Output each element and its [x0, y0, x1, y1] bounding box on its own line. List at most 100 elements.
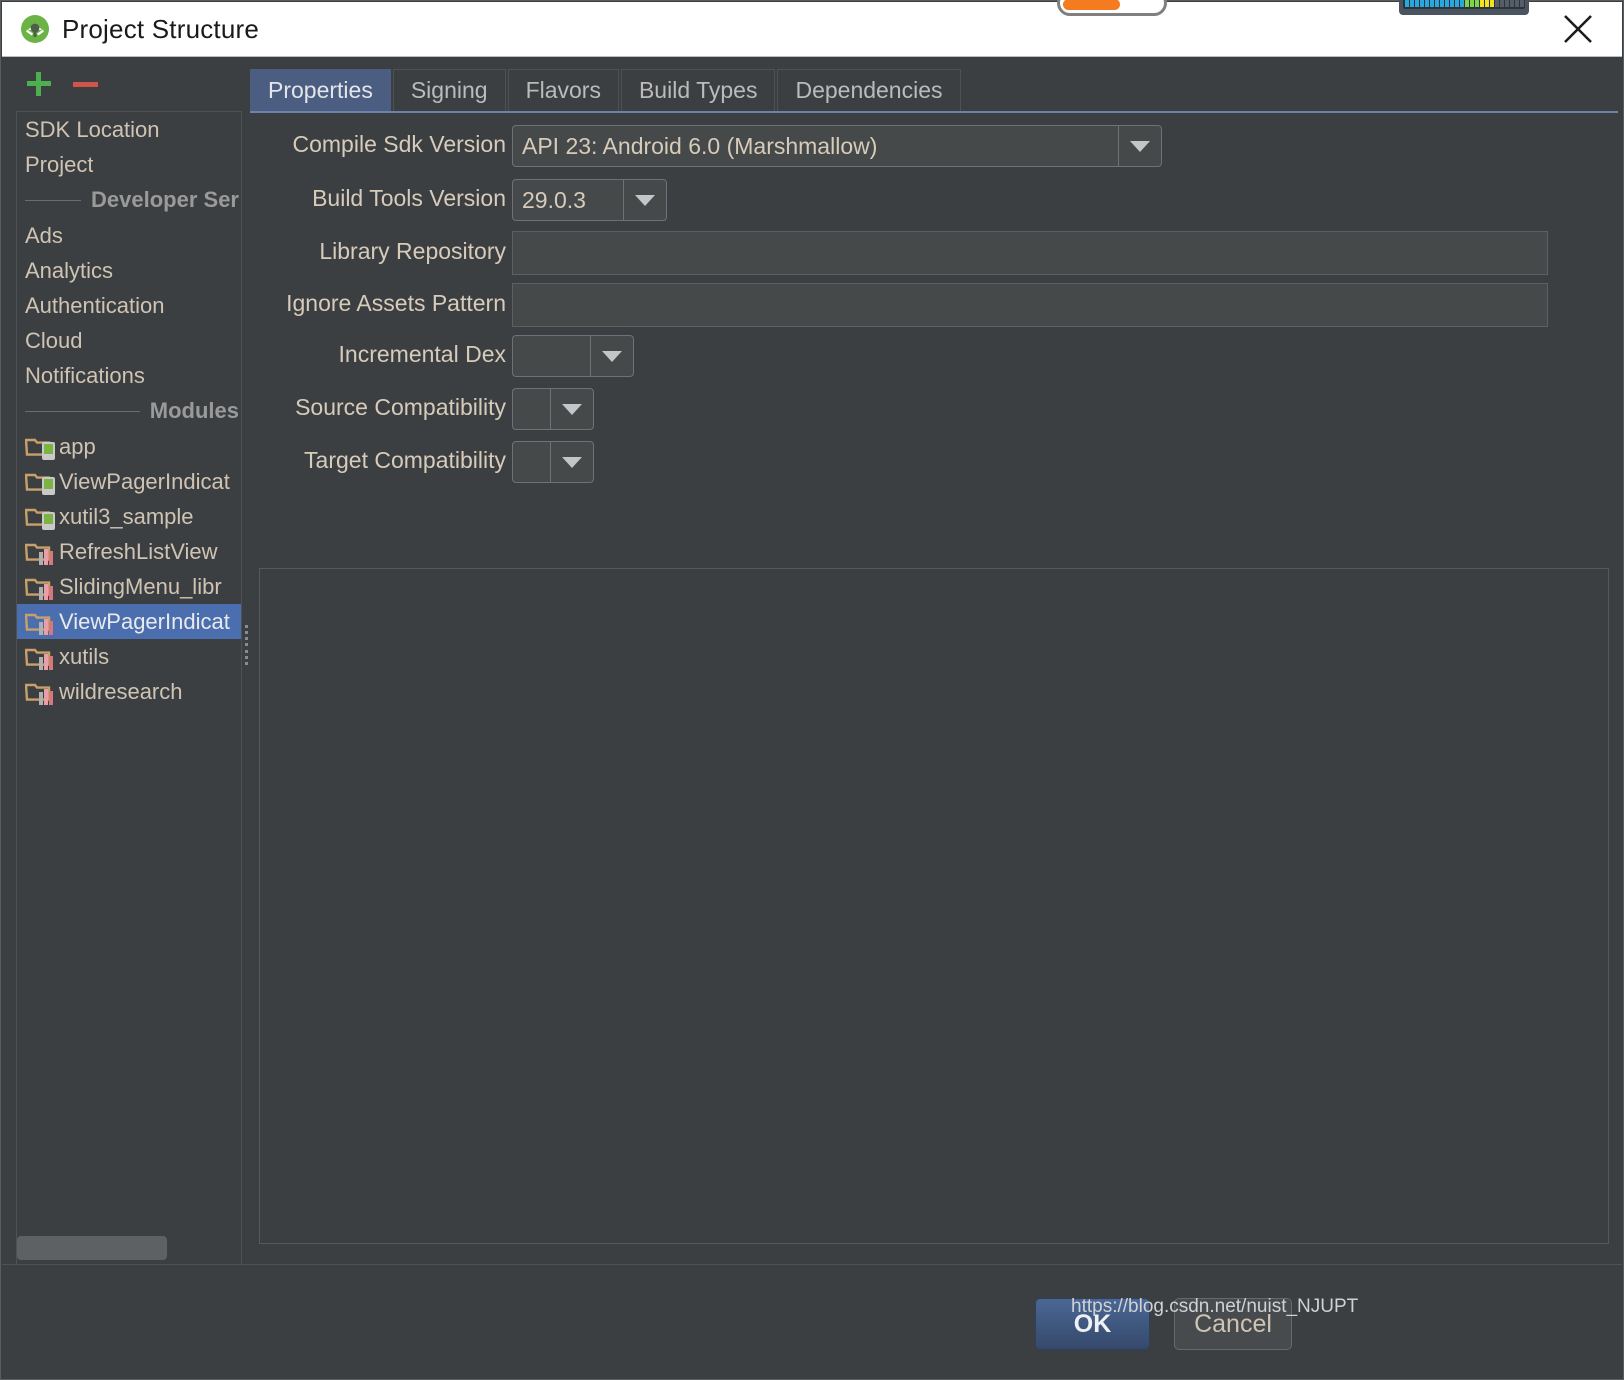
meter-segment — [1435, 0, 1439, 7]
label-compile-sdk-version: Compile Sdk Version — [292, 131, 507, 157]
sidebar-horizontal-scrollbar[interactable] — [17, 1236, 241, 1262]
tab-properties[interactable]: Properties — [250, 69, 391, 111]
meter-segment — [1465, 0, 1469, 7]
sidebar-item-sdk-location[interactable]: SDK Location — [17, 112, 241, 147]
meter-segment — [1415, 0, 1419, 7]
sidebar-item-wildresearch[interactable]: wildresearch — [17, 674, 241, 709]
combobox-value-target-compatibility[interactable] — [512, 441, 550, 483]
sidebar-splitter-handle[interactable] — [243, 625, 249, 665]
sidebar: SDK Location Project Developer Ser Ads Analy… — [2, 57, 249, 1264]
sidebar-item-label: wildresearch — [59, 678, 183, 704]
meter-segment — [1450, 0, 1454, 7]
tab-dependencies[interactable]: Dependencies — [777, 69, 961, 111]
android-library-module-icon — [24, 609, 55, 635]
sidebar-group-developer-ser: Developer Ser — [17, 182, 241, 218]
meter-segment — [1405, 0, 1409, 7]
progress-pill-fill — [1063, 0, 1121, 10]
meter-segment — [1475, 0, 1479, 7]
tab-bar: Properties Signing Flavors Build Types Depen… — [250, 69, 963, 111]
combobox-compile-sdk-version[interactable]: API 23: Android 6.0 (Marshmallow) — [512, 125, 1162, 167]
window-title: Project Structure — [62, 13, 260, 44]
sidebar-item-label: SDK Location — [25, 116, 160, 142]
sidebar-item-analytics[interactable]: Analytics — [17, 253, 241, 288]
meter-segment — [1470, 0, 1474, 7]
sidebar-item-label: Analytics — [25, 257, 114, 283]
main-panel: Properties Signing Flavors Build Types Depen… — [250, 57, 1618, 1264]
sidebar-item-xutils[interactable]: xutils — [17, 639, 241, 674]
sidebar-item-label: SlidingMenu_libr — [59, 573, 222, 599]
android-app-module-icon — [24, 504, 55, 530]
sidebar-list: SDK Location Project Developer Ser Ads Analy… — [16, 111, 242, 1264]
combobox-value-source-compatibility[interactable] — [512, 388, 550, 430]
group-separator — [25, 410, 140, 412]
tab-signing[interactable]: Signing — [392, 69, 506, 111]
add-module-button[interactable] — [16, 61, 62, 107]
progress-pill — [1057, 0, 1167, 16]
chevron-down-icon[interactable] — [550, 388, 594, 430]
sidebar-item-slidingmenu-libr[interactable]: SlidingMenu_libr — [17, 569, 241, 604]
combobox-value-build-tools-version[interactable]: 29.0.3 — [512, 179, 623, 221]
label-library-repository: Library Repository — [319, 238, 506, 264]
sidebar-item-cloud[interactable]: Cloud — [17, 323, 241, 358]
combobox-value-compile-sdk-version[interactable]: API 23: Android 6.0 (Marshmallow) — [512, 125, 1118, 167]
combobox-target-compatibility[interactable] — [512, 441, 594, 483]
label-build-tools-version: Build Tools Version — [312, 185, 506, 211]
segment-meter-indicator — [1399, 0, 1529, 15]
tab-build-types[interactable]: Build Types — [620, 69, 776, 111]
combobox-incremental-dex[interactable] — [512, 335, 634, 377]
meter-segment — [1425, 0, 1429, 7]
sidebar-item-label: Notifications — [25, 362, 145, 388]
sidebar-toolbar — [2, 57, 246, 111]
meter-segment — [1410, 0, 1414, 7]
meter-segment — [1500, 0, 1504, 7]
combobox-build-tools-version[interactable]: 29.0.3 — [512, 179, 667, 221]
sidebar-item-viewpagerindicat[interactable]: ViewPagerIndicat — [17, 464, 241, 499]
sidebar-item-ads[interactable]: Ads — [17, 218, 241, 253]
meter-segment — [1490, 0, 1494, 7]
sidebar-item-label: Ads — [25, 222, 63, 248]
chevron-down-icon[interactable] — [590, 335, 634, 377]
meter-segment — [1485, 0, 1489, 7]
meter-segment — [1445, 0, 1449, 7]
meter-segment — [1505, 0, 1509, 7]
sidebar-item-label: ViewPagerIndicat — [59, 468, 230, 494]
sidebar-item-notifications[interactable]: Notifications — [17, 358, 241, 393]
android-library-module-icon — [24, 644, 55, 670]
remove-module-button[interactable] — [62, 61, 108, 107]
chevron-down-icon[interactable] — [550, 441, 594, 483]
android-app-module-icon — [24, 469, 55, 495]
sidebar-item-label: RefreshListView — [59, 538, 218, 564]
group-separator — [25, 199, 82, 201]
chevron-down-icon[interactable] — [623, 179, 667, 221]
sidebar-item-label: xutil3_sample — [59, 503, 194, 529]
tab-flavors[interactable]: Flavors — [507, 69, 619, 111]
sidebar-item-refreshlistview[interactable]: RefreshListView — [17, 534, 241, 569]
label-incremental-dex: Incremental Dex — [338, 341, 506, 367]
sidebar-item-project[interactable]: Project — [17, 147, 241, 182]
sidebar-item-label: app — [59, 433, 96, 459]
close-icon[interactable] — [1548, 2, 1608, 57]
dialog-footer: OK Cancel — [2, 1264, 1622, 1379]
sidebar-item-xutil3-sample[interactable]: xutil3_sample — [17, 499, 241, 534]
plus-icon — [26, 71, 52, 97]
combobox-source-compatibility[interactable] — [512, 388, 594, 430]
sidebar-item-authentication[interactable]: Authentication — [17, 288, 241, 323]
combobox-value-incremental-dex[interactable] — [512, 335, 590, 377]
sidebar-item-label: Project — [25, 151, 94, 177]
meter-segment — [1515, 0, 1519, 7]
chevron-down-icon[interactable] — [1118, 125, 1162, 167]
scrollbar-thumb[interactable] — [17, 1236, 167, 1260]
meter-segment — [1430, 0, 1434, 7]
input-library-repository[interactable] — [512, 231, 1548, 275]
group-label: Developer Ser — [91, 187, 239, 212]
watermark: https://blog.csdn.net/nuist_NJUPT — [1071, 1296, 1359, 1317]
sidebar-group-modules: Modules — [17, 393, 241, 429]
meter-segment — [1440, 0, 1444, 7]
segment-meter-bars — [1403, 0, 1525, 9]
sidebar-item-label: xutils — [59, 643, 110, 669]
android-library-module-icon — [24, 539, 55, 565]
sidebar-item-app[interactable]: app — [17, 429, 241, 464]
meter-segment — [1520, 0, 1524, 7]
input-ignore-assets-pattern[interactable] — [512, 283, 1548, 327]
sidebar-item-viewpagerindicat[interactable]: ViewPagerIndicat — [17, 604, 241, 639]
